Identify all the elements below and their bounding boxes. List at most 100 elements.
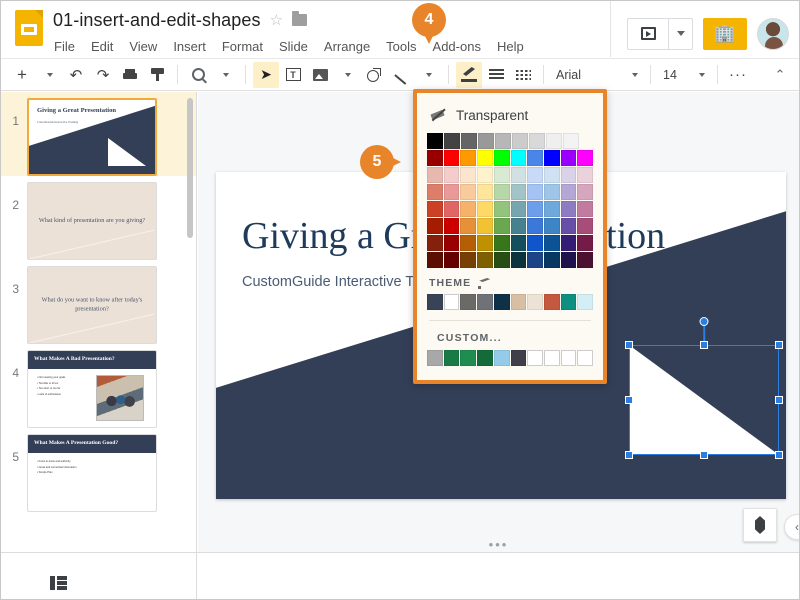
menu-item-help[interactable]: Help (496, 37, 525, 56)
thumbnail-preview[interactable]: Giving a Great Presentation CustomGuide I… (27, 98, 157, 176)
color-swatch-standard-3-4[interactable] (493, 184, 510, 200)
speaker-notes-handle[interactable]: ••• (489, 538, 509, 551)
color-swatch-standard-7-6[interactable] (527, 252, 543, 268)
undo-button[interactable]: ↶ (63, 62, 89, 88)
transparent-option[interactable]: Transparent (427, 101, 593, 129)
color-swatch-standard-4-7[interactable] (543, 201, 560, 217)
print-button[interactable] (117, 62, 143, 88)
color-swatch-theme-5[interactable] (510, 294, 527, 310)
color-swatch-standard-0-4[interactable] (495, 133, 511, 149)
color-swatch-standard-5-1[interactable] (443, 218, 460, 234)
folder-icon[interactable] (292, 11, 308, 26)
color-swatch-standard-4-1[interactable] (443, 201, 460, 217)
color-swatch-standard-4-6[interactable] (527, 201, 543, 217)
color-swatch-standard-2-0[interactable] (427, 167, 443, 183)
color-swatch-standard-5-0[interactable] (427, 218, 443, 234)
color-swatch-theme-4[interactable] (493, 294, 510, 310)
filmstrip-view-button[interactable] (45, 571, 55, 581)
color-swatch-standard-4-2[interactable] (460, 201, 477, 217)
avatar[interactable] (757, 17, 789, 50)
color-swatch-standard-1-3[interactable] (477, 150, 493, 166)
color-swatch-standard-3-2[interactable] (460, 184, 477, 200)
color-swatch-standard-2-3[interactable] (477, 167, 493, 183)
line-button[interactable] (388, 62, 414, 88)
color-swatch-standard-1-5[interactable] (510, 150, 527, 166)
color-swatch-theme-0[interactable] (427, 294, 443, 310)
color-swatch-standard-7-4[interactable] (493, 252, 510, 268)
present-dropdown[interactable] (668, 18, 692, 49)
color-swatch-standard-3-9[interactable] (577, 184, 594, 200)
fill-color-button[interactable] (452, 61, 486, 93)
slide-thumbnail-1[interactable]: 1 Giving a Great Presentation CustomGuide … (1, 92, 196, 176)
more-options-button[interactable]: ··· (725, 62, 751, 88)
color-swatch-custom-5[interactable] (510, 350, 527, 366)
color-swatch-standard-3-0[interactable] (427, 184, 443, 200)
fill-color-picker-popup[interactable]: Transparent THEME CUSTOM... (413, 89, 607, 384)
grid-view-button[interactable] (142, 571, 152, 581)
color-swatch-standard-4-0[interactable] (427, 201, 443, 217)
color-swatch-standard-6-9[interactable] (577, 235, 594, 251)
color-swatch-standard-6-1[interactable] (443, 235, 460, 251)
color-swatch-standard-4-3[interactable] (477, 201, 493, 217)
menu-item-view[interactable]: View (128, 37, 158, 56)
resize-handle-se[interactable] (775, 451, 783, 459)
collapse-panel-button[interactable]: ‹ (784, 514, 799, 540)
menu-item-add-ons[interactable]: Add-ons (432, 37, 482, 56)
thumbnail-preview[interactable]: What Makes A Bad Presentation? • Not meet… (27, 350, 157, 428)
color-swatch-standard-3-8[interactable] (560, 184, 577, 200)
color-swatch-standard-7-9[interactable] (577, 252, 594, 268)
border-weight-button[interactable] (483, 62, 509, 88)
color-swatch-standard-5-7[interactable] (543, 218, 560, 234)
font-size-select[interactable]: 14 (658, 62, 710, 88)
collapse-toolbar-button[interactable]: ⌃ (767, 62, 793, 88)
color-swatch-theme-7[interactable] (543, 294, 560, 310)
color-swatch-standard-1-8[interactable] (560, 150, 577, 166)
border-dash-button[interactable] (510, 62, 536, 88)
color-swatch-standard-3-6[interactable] (527, 184, 543, 200)
color-swatch-standard-2-7[interactable] (543, 167, 560, 183)
color-swatch-custom-4[interactable] (493, 350, 510, 366)
color-swatch-standard-6-3[interactable] (477, 235, 493, 251)
color-swatch-standard-3-7[interactable] (543, 184, 560, 200)
new-slide-dropdown[interactable] (36, 62, 62, 88)
color-swatch-standard-1-4[interactable] (493, 150, 510, 166)
custom-color-label[interactable]: CUSTOM... (437, 332, 593, 344)
color-swatch-standard-0-0[interactable] (427, 133, 443, 149)
color-swatch-standard-4-5[interactable] (510, 201, 527, 217)
insert-image-dropdown[interactable] (334, 62, 360, 88)
share-button[interactable]: 🏢 (703, 17, 747, 50)
theme-color-row[interactable] (427, 294, 594, 310)
menu-item-insert[interactable]: Insert (172, 37, 207, 56)
color-swatch-standard-6-0[interactable] (427, 235, 443, 251)
color-swatch-custom-7[interactable] (543, 350, 560, 366)
color-swatch-standard-2-6[interactable] (527, 167, 543, 183)
color-swatch-theme-9[interactable] (577, 294, 594, 310)
right-triangle-shape[interactable] (625, 317, 783, 459)
color-swatch-standard-0-8[interactable] (563, 133, 579, 149)
shape-button[interactable] (361, 62, 387, 88)
thumbnail-preview[interactable]: What kind of presentation are you giving… (27, 182, 157, 260)
color-swatch-standard-6-2[interactable] (460, 235, 477, 251)
color-swatch-standard-0-6[interactable] (529, 133, 545, 149)
color-swatch-custom-1[interactable] (443, 350, 460, 366)
color-swatch-standard-0-2[interactable] (461, 133, 477, 149)
text-box-button[interactable]: T (280, 62, 306, 88)
resize-handle-sw[interactable] (625, 451, 633, 459)
color-swatch-custom-0[interactable] (427, 350, 443, 366)
slide-thumbnail-4[interactable]: 4 What Makes A Bad Presentation? • Not mee… (1, 344, 196, 428)
color-swatch-standard-1-2[interactable] (460, 150, 477, 166)
color-swatch-custom-8[interactable] (560, 350, 577, 366)
menu-item-format[interactable]: Format (221, 37, 264, 56)
color-swatch-standard-3-1[interactable] (443, 184, 460, 200)
resize-handle-w[interactable] (625, 396, 633, 404)
select-tool-button[interactable]: ➤ (253, 61, 279, 88)
color-swatch-standard-6-5[interactable] (510, 235, 527, 251)
color-swatch-standard-1-6[interactable] (527, 150, 543, 166)
color-swatch-standard-6-7[interactable] (543, 235, 560, 251)
color-swatch-standard-0-1[interactable] (444, 133, 460, 149)
slide-thumbnail-5[interactable]: 5 What Makes A Presentation Good? • Know t… (1, 428, 196, 512)
color-swatch-standard-3-3[interactable] (477, 184, 493, 200)
rotation-handle[interactable] (699, 317, 709, 326)
slide-thumbnail-2[interactable]: 2 What kind of presentation are you givin… (1, 176, 196, 260)
color-swatch-theme-6[interactable] (527, 294, 543, 310)
